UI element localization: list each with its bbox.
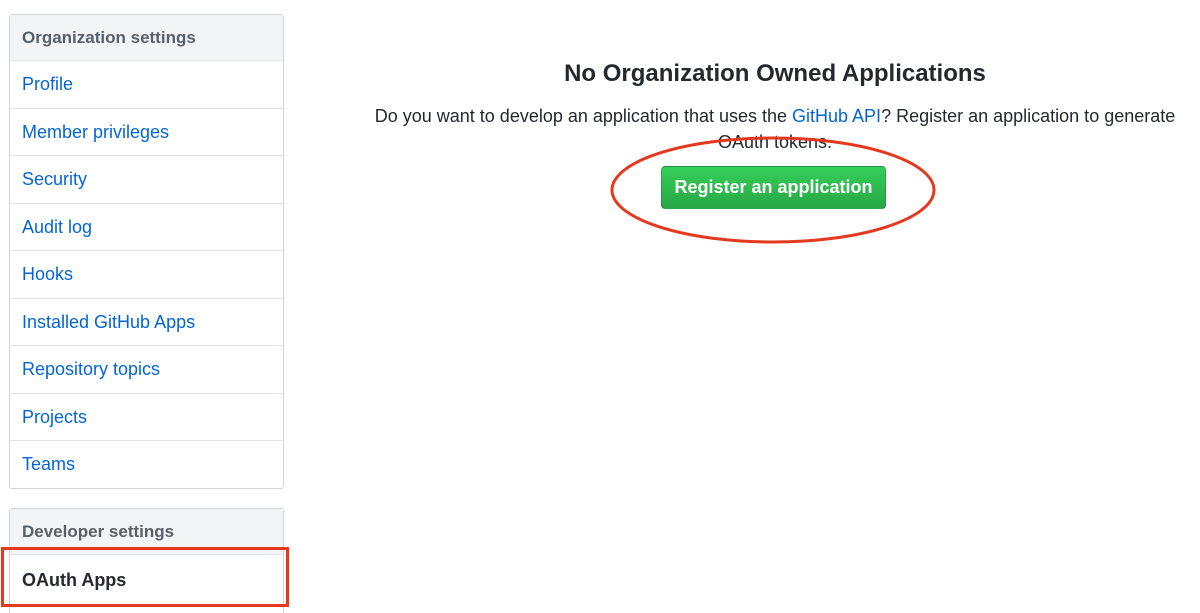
- menu-item-member-privileges[interactable]: Member privileges: [10, 109, 283, 156]
- menu-item-profile[interactable]: Profile: [10, 61, 283, 109]
- register-application-button[interactable]: Register an application: [661, 166, 886, 209]
- page-title: No Organization Owned Applications: [564, 60, 986, 87]
- organization-settings-menu: Organization settings Profile Member pri…: [9, 14, 284, 489]
- blankslate: No Organization Owned Applications Do yo…: [360, 56, 1190, 155]
- menu-item-installed-github-apps[interactable]: Installed GitHub Apps: [10, 299, 283, 346]
- menu-item-teams[interactable]: Teams: [10, 441, 283, 489]
- menu-item-security[interactable]: Security: [10, 156, 283, 204]
- menu-item-projects[interactable]: Projects: [10, 394, 283, 441]
- organization-settings-heading: Organization settings: [10, 15, 283, 61]
- menu-item-oauth-apps[interactable]: OAuth Apps: [10, 555, 283, 605]
- developer-settings-menu: Developer settings OAuth Apps: [9, 508, 284, 613]
- github-api-link[interactable]: GitHub API: [792, 106, 881, 126]
- description-text-start: Do you want to develop an application th…: [374, 106, 793, 126]
- menu-item-hooks[interactable]: Hooks: [10, 251, 283, 299]
- developer-settings-heading: Developer settings: [10, 509, 283, 555]
- description: Do you want to develop an application th…: [360, 103, 1190, 155]
- menu-item-audit-log[interactable]: Audit log: [10, 204, 283, 251]
- menu-item-repository-topics[interactable]: Repository topics: [10, 346, 283, 394]
